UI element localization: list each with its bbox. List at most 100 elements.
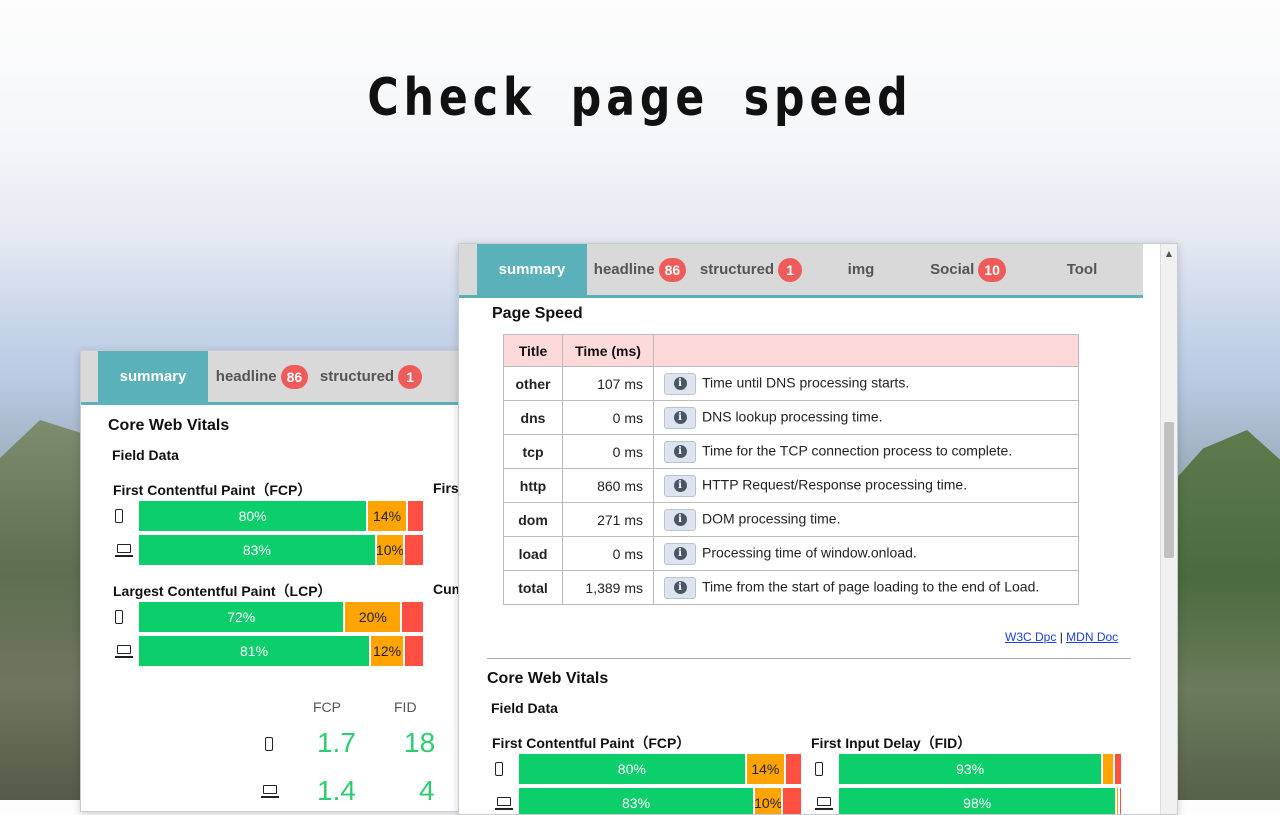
mobile-icon (115, 610, 123, 624)
tab-label: img (848, 261, 875, 278)
poor-segment (400, 602, 423, 632)
info-button[interactable]: i (664, 475, 696, 497)
desktop-icon (815, 797, 833, 810)
tab-label: headline (594, 261, 655, 278)
mdn-doc-link[interactable]: MDN Doc (1066, 630, 1118, 644)
row-description: Time from the start of page loading to t… (702, 578, 1039, 594)
distribution-bar: 81% 12% (139, 636, 423, 666)
lab-header-fcp: FCP (313, 699, 341, 715)
table-row: load0 msiProcessing time of window.onloa… (504, 537, 1079, 571)
scroll-up-arrow-icon[interactable]: ▲ (1161, 246, 1177, 260)
good-segment: 81% (139, 636, 369, 666)
distribution-bar: 83% 10% (519, 788, 801, 815)
row-time: 271 ms (563, 503, 654, 537)
desktop-bar-row: 81% 12% (115, 636, 423, 666)
distribution-bar: 72% 20% (139, 602, 423, 632)
page-speed-table: Title Time (ms) other107 msiTime until D… (503, 334, 1079, 605)
row-description-cell: iDOM processing time. (654, 503, 1079, 537)
poor-segment (403, 636, 423, 666)
count-badge: 1 (398, 365, 422, 389)
lab-fcp-mobile: 1.7 (317, 727, 356, 759)
row-time: 1,389 ms (563, 571, 654, 605)
info-button[interactable]: i (664, 509, 696, 531)
good-segment: 83% (519, 788, 753, 815)
row-description: Processing time of window.onload. (702, 544, 917, 560)
tab-summary[interactable]: summary (98, 351, 208, 402)
needs-improvement-segment: 12% (369, 636, 403, 666)
count-badge: 10 (978, 258, 1006, 282)
scrollbar-thumb[interactable] (1164, 422, 1174, 558)
tab-img[interactable]: img (809, 244, 913, 295)
link-separator: | (1060, 630, 1063, 644)
info-button[interactable]: i (664, 407, 696, 429)
row-title: total (504, 571, 563, 605)
info-button[interactable]: i (664, 577, 696, 599)
row-time: 107 ms (563, 367, 654, 401)
table-row: tcp0 msiTime for the TCP connection proc… (504, 435, 1079, 469)
info-icon: i (674, 513, 687, 526)
desktop-icon (495, 797, 513, 810)
row-title: dns (504, 401, 563, 435)
promo-headline: Check page speed (115, 68, 1165, 128)
tab-structured[interactable]: structured 1 (693, 244, 809, 295)
row-description: DNS lookup processing time. (702, 408, 883, 424)
row-description-cell: iTime for the TCP connection process to … (654, 435, 1079, 469)
field-data-title: Field Data (491, 700, 558, 716)
tab-summary[interactable]: summary (477, 244, 587, 295)
poor-segment (781, 788, 801, 815)
desktop-icon (115, 544, 133, 557)
table-row: other107 msiTime until DNS processing st… (504, 367, 1079, 401)
desktop-icon (261, 785, 279, 798)
tab-headline[interactable]: headline 86 (587, 244, 693, 295)
tab-label: structured (320, 368, 394, 385)
needs-improvement-segment: 10% (375, 535, 403, 565)
tab-label: headline (216, 368, 277, 385)
info-button[interactable]: i (664, 441, 696, 463)
mobile-bar-row: 80% 14% (115, 501, 423, 531)
row-description-cell: iHTTP Request/Response processing time. (654, 469, 1079, 503)
background-mountain-right (1170, 430, 1280, 800)
tab-headline[interactable]: headline 86 (208, 351, 316, 402)
tab-label: structured (700, 261, 774, 278)
row-title: other (504, 367, 563, 401)
desktop-bar-row: 83% 10% (495, 788, 801, 815)
info-button[interactable]: i (664, 543, 696, 565)
mobile-icon (495, 762, 503, 776)
info-icon: i (674, 445, 687, 458)
row-description-cell: i Time from the start of page loading to … (654, 571, 1079, 605)
mobile-icon (815, 762, 823, 776)
info-icon: i (674, 581, 687, 594)
info-icon: i (674, 411, 687, 424)
main-fcp-bars: 80% 14% 83% 10% (495, 750, 801, 815)
tab-tool[interactable]: Tool (1023, 244, 1141, 295)
tab-label: summary (120, 368, 187, 385)
needs-improvement-segment: 10% (753, 788, 781, 815)
poor-segment (784, 754, 801, 784)
table-header-row: Title Time (ms) (504, 335, 1079, 367)
table-row: http860 msiHTTP Request/Response process… (504, 469, 1079, 503)
w3c-doc-link[interactable]: W3C Dpc (1005, 630, 1056, 644)
table-row: dns0 msiDNS lookup processing time. (504, 401, 1079, 435)
col-header-description (654, 335, 1079, 367)
table-row: total1,389 ms i Time from the start of pag… (504, 571, 1079, 605)
desktop-icon (115, 645, 133, 658)
main-extension-panel: summary headline 86 structured 1 img Soc… (458, 243, 1178, 815)
tab-structured[interactable]: structured 1 (316, 351, 426, 402)
good-segment: 72% (139, 602, 343, 632)
tab-social[interactable]: Social 10 (913, 244, 1023, 295)
lab-fid-mobile: 18 (404, 727, 435, 759)
distribution-bar: 93% (839, 754, 1121, 784)
poor-segment (406, 501, 423, 531)
row-description-cell: iTime until DNS processing starts. (654, 367, 1079, 401)
lab-fid-desktop: 4 (419, 775, 435, 807)
needs-improvement-segment: 14% (745, 754, 784, 784)
poor-segment (403, 535, 423, 565)
vertical-scrollbar[interactable]: ▲ (1160, 244, 1177, 814)
row-description-cell: i DNS lookup processing time. (654, 401, 1079, 435)
row-title: http (504, 469, 563, 503)
tab-label: Social (930, 261, 974, 278)
mobile-bar-row: 93% (815, 754, 1121, 784)
section-divider (487, 658, 1131, 659)
info-button[interactable]: i (664, 373, 696, 395)
row-title: tcp (504, 435, 563, 469)
